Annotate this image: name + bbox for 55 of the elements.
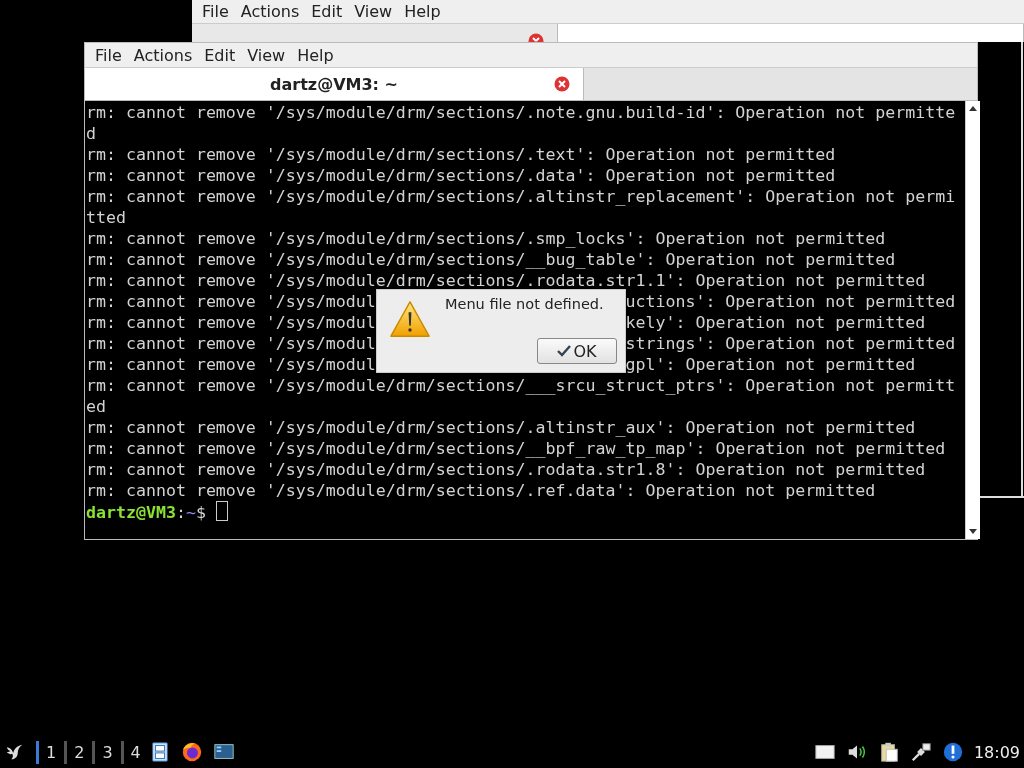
workspace-button[interactable]: 3 (92, 740, 113, 764)
terminal-line: gpl': Operation not permitted (625, 354, 916, 375)
terminal-line: ed (86, 397, 106, 416)
terminal-line: rm: cannot remove '/sys/module/drm/sections/__bug_table': Operation not permitted (86, 250, 896, 269)
menu-item[interactable]: Actions (127, 45, 199, 65)
terminal-line: rm: cannot remove '/sys/module/drm/sections/___srcu_struct_ptrs': Operation not permitt (86, 376, 956, 395)
terminal-line: d (86, 124, 96, 143)
ok-button[interactable]: OK (537, 338, 617, 364)
prompt-text: dartz@VM3 (86, 503, 176, 522)
terminal-line: kely': Operation not permitted (625, 312, 926, 333)
terminal-line: strings': Operation not permitted (625, 333, 956, 354)
plug-icon[interactable] (909, 741, 932, 763)
menu-item[interactable]: File (196, 2, 235, 22)
menu-item[interactable]: Edit (305, 2, 349, 22)
clock[interactable]: 18:09 (973, 742, 1020, 762)
menu-item[interactable]: View (241, 45, 292, 65)
scroll-down-icon[interactable] (968, 528, 979, 536)
prompt-text: $ (195, 503, 206, 522)
terminal-line: rm: cannot remove '/sys/modul (86, 334, 376, 353)
menu-item[interactable]: View (348, 2, 399, 22)
menu-item[interactable]: Edit (198, 45, 242, 65)
info-icon[interactable] (941, 741, 964, 763)
workspace-button[interactable]: 2 (64, 740, 85, 764)
terminal-line: rm: cannot remove '/sys/module/drm/sections/.altinstr_aux': Operation not permitted (86, 418, 916, 437)
menu-item[interactable]: Help (291, 45, 340, 65)
warning-icon (389, 299, 431, 339)
menu-item[interactable]: Actions (234, 2, 306, 22)
menu-item[interactable]: File (89, 45, 128, 65)
terminal-line: rm: cannot remove '/sys/module/drm/sections/.rodata.str1.1': Operation not permitted (86, 271, 926, 290)
scrollbar[interactable] (965, 101, 981, 539)
terminal-line: tted (86, 208, 126, 227)
terminal-line: rm: cannot remove '/sys/module/drm/sections/.text': Operation not permitted (86, 145, 836, 164)
workspace-button[interactable]: 1 (36, 740, 57, 764)
terminal-line: rm: cannot remove '/sys/module/drm/sections/.rodata.str1.8': Operation not permitted (86, 460, 926, 479)
close-icon[interactable] (554, 76, 570, 92)
terminal-line: rm: cannot remove '/sys/module/drm/sections/.smp_locks': Operation not permitted (86, 229, 886, 248)
terminal-line: rm: cannot remove '/sys/module/drm/sections/.altinstr_replacement': Operation not permi (86, 187, 956, 206)
dialog-message: Menu file not defined. (445, 296, 604, 312)
terminal-line: rm: cannot remove '/sys/modul (86, 313, 376, 332)
terminal-line: rm: cannot remove '/sys/modul (86, 355, 376, 374)
terminal-line: rm: cannot remove '/sys/modul (86, 292, 376, 311)
scroll-up-icon[interactable] (968, 104, 979, 112)
terminal-line: rm: cannot remove '/sys/module/drm/sections/.ref.data': Operation not permitted (86, 481, 876, 500)
tab[interactable]: dartz@VM3: ~ (85, 68, 584, 100)
terminal-line: rm: cannot remove '/sys/module/drm/sections/.data': Operation not permitted (86, 166, 836, 185)
text-cursor (215, 501, 228, 521)
terminal-line: rm: cannot remove '/sys/module/drm/sections/.note.gnu.build-id': Operation not permitte (86, 103, 956, 122)
check-icon (557, 345, 572, 357)
workspace-button[interactable]: 4 (120, 740, 141, 764)
menu-item[interactable]: Help (398, 2, 447, 22)
prompt-text: ~ (185, 503, 196, 522)
terminal-line: rm: cannot remove '/sys/module/drm/sections/__bpf_raw_tp_map': Operation not permitted (86, 439, 946, 458)
browser-icon[interactable] (180, 741, 203, 763)
prompt-text: : (175, 503, 186, 522)
terminal-line: uctions': Operation not permitted (625, 291, 956, 312)
